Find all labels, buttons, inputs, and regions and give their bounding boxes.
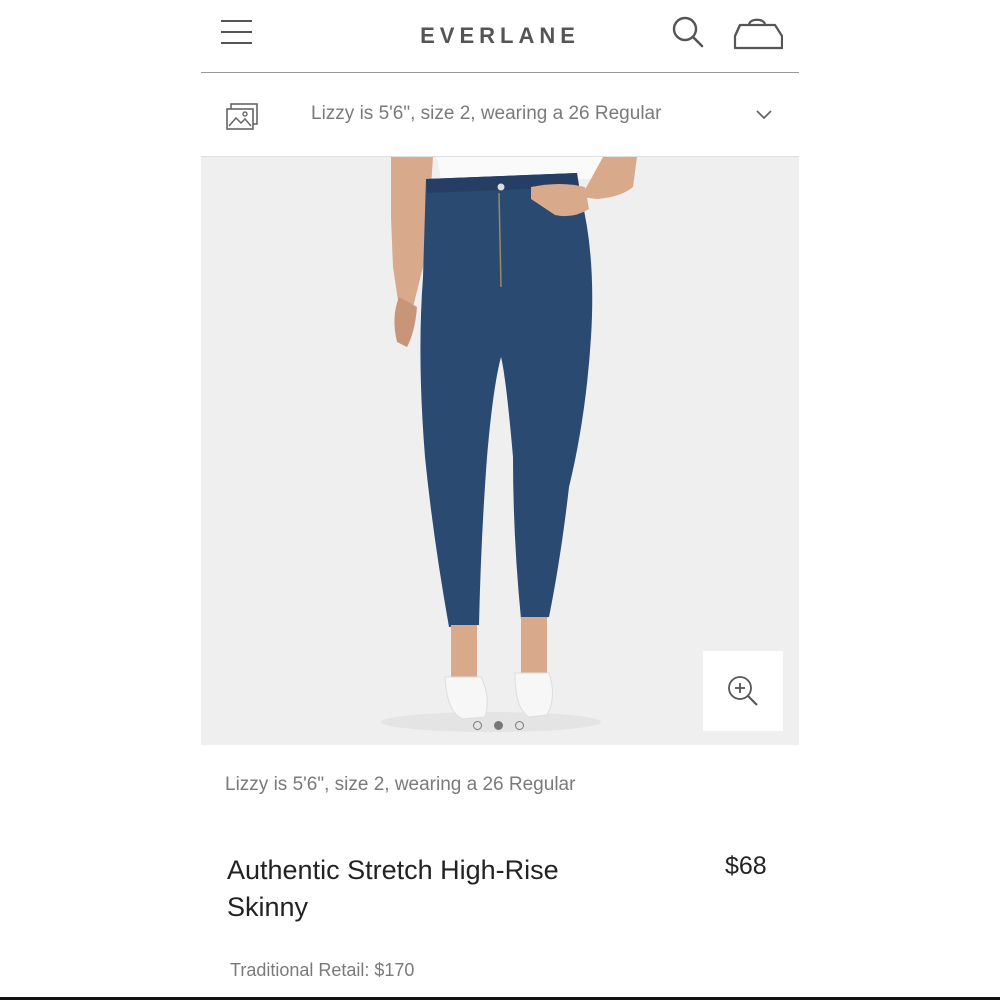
site-header: EVERLANE (201, 2, 799, 72)
carousel-dots (473, 720, 533, 734)
product-image[interactable] (201, 157, 799, 745)
search-icon[interactable] (671, 15, 705, 49)
zoom-button[interactable] (703, 651, 783, 731)
product-title: Authentic Stretch High-Rise Skinny (227, 855, 559, 922)
carousel-dot-2[interactable] (494, 721, 503, 730)
traditional-retail-price: Traditional Retail: $170 (230, 960, 415, 980)
zoom-in-icon (728, 676, 758, 706)
carousel-dot-3[interactable] (515, 721, 524, 730)
model-info-dropdown[interactable]: Lizzy is 5'6", size 2, wearing a 26 Regu… (201, 73, 799, 157)
product-price: $68 (725, 852, 767, 880)
chevron-down-icon[interactable] (754, 107, 774, 121)
product-page: EVERLANE Lizzy is 5'6", size 2, wearing … (201, 0, 799, 1000)
image-gallery-icon (226, 103, 258, 130)
brand-logo[interactable]: EVERLANE (201, 23, 799, 49)
image-caption: Lizzy is 5'6", size 2, wearing a 26 Regu… (225, 774, 576, 795)
carousel-dot-1[interactable] (473, 721, 482, 730)
model-info-text: Lizzy is 5'6", size 2, wearing a 26 Regu… (311, 103, 662, 124)
shopping-bag-icon[interactable] (731, 12, 783, 52)
